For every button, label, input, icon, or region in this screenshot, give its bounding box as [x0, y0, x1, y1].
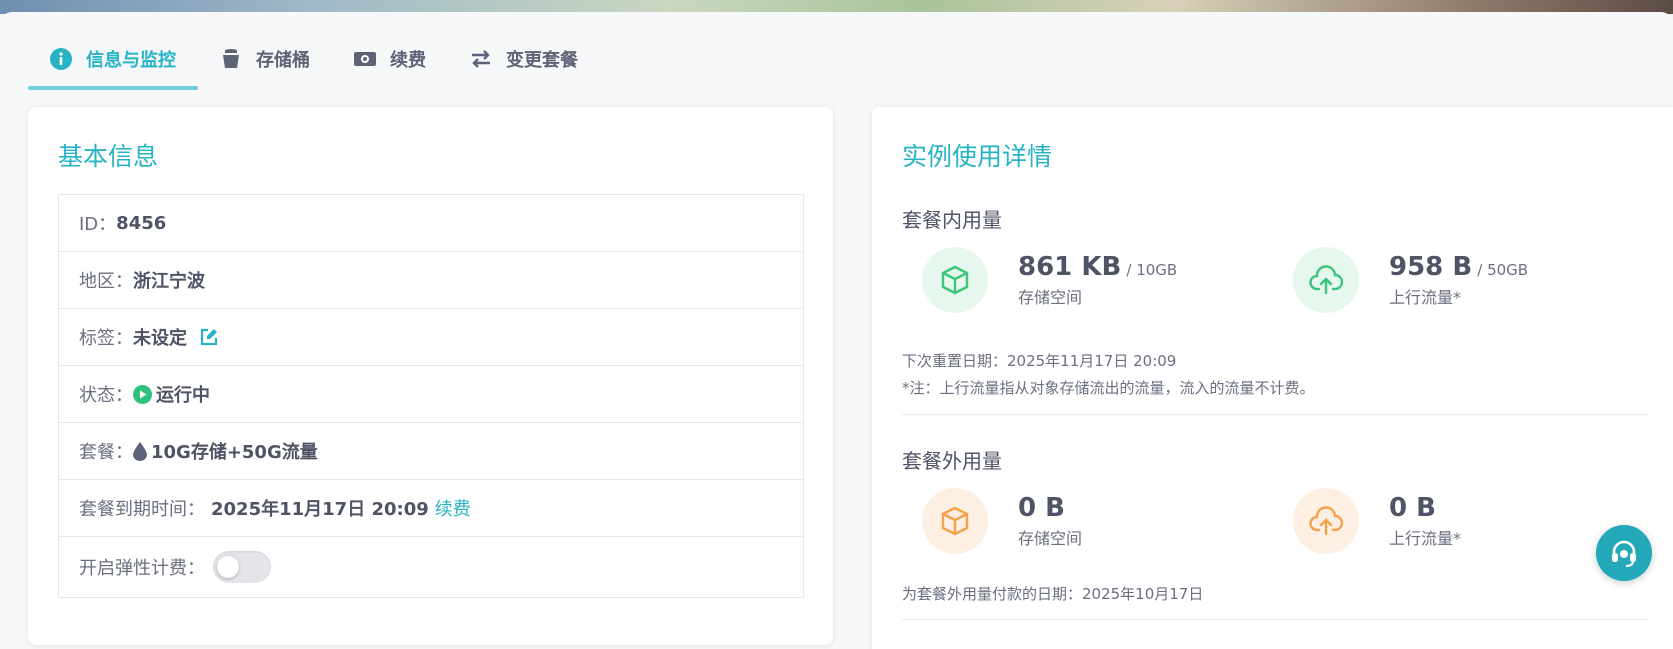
out-traffic-value: 0 B: [1389, 493, 1436, 523]
stat-out-traffic: 0 B 上行流量*: [1293, 488, 1461, 554]
support-headset-button[interactable]: [1596, 525, 1652, 581]
cloud-upload-icon: [1293, 247, 1359, 313]
out-traffic-label: 上行流量*: [1389, 529, 1462, 548]
row-id: ID： 8456: [59, 195, 803, 252]
out-storage-value: 0 B: [1018, 493, 1065, 523]
traffic-note: *注：上行流量指从对象存储流出的流量，流入的流量不计费。: [902, 379, 1315, 397]
usage-card: 实例使用详情 套餐内用量 861 KB / 10GB 存储空间 958 B / …: [872, 107, 1673, 649]
tab-bucket[interactable]: 存储桶: [198, 34, 332, 84]
tab-label: 存储桶: [256, 50, 310, 71]
tab-label: 信息与监控: [86, 50, 176, 71]
row-plan: 套餐： 10G存储+50G流量: [59, 423, 803, 480]
cloud-upload-icon: [1293, 488, 1359, 554]
play-icon: [133, 384, 152, 404]
card-title: 实例使用详情: [902, 142, 1053, 171]
out-storage-label: 存储空间: [1018, 529, 1083, 548]
bucket-icon: [220, 48, 242, 70]
traffic-label: 上行流量*: [1389, 288, 1462, 307]
row-status: 状态： 运行中: [59, 366, 803, 423]
tab-info-monitor[interactable]: 信息与监控: [28, 34, 198, 90]
reset-date-note: 下次重置日期：2025年11月17日 20:09: [902, 352, 1177, 370]
stat-out-storage: 0 B 存储空间: [922, 488, 1082, 554]
id-label: ID：: [79, 214, 117, 235]
drop-icon: [133, 441, 147, 461]
expire-value: 2025年11月17日 20:09: [211, 499, 429, 520]
stat-traffic: 958 B / 50GB 上行流量*: [1293, 247, 1528, 313]
page: 信息与监控 存储桶 续费 变更套餐 基本信息 ID： 8456 地区： 浙江宁波…: [0, 12, 1673, 649]
status-label: 状态：: [79, 385, 133, 406]
in-plan-title: 套餐内用量: [902, 208, 1002, 232]
elastic-billing-toggle[interactable]: [213, 551, 271, 583]
row-expire: 套餐到期时间： 2025年11月17日 20:09 续费: [59, 480, 803, 537]
plan-value: 10G存储+50G流量: [151, 442, 318, 463]
box-icon: [922, 247, 988, 313]
traffic-value: 958 B: [1389, 252, 1473, 282]
row-elastic: 开启弹性计费：: [59, 537, 803, 597]
plan-label: 套餐：: [79, 442, 133, 463]
edit-icon[interactable]: [199, 327, 219, 347]
tab-label: 变更套餐: [506, 50, 578, 71]
tab-change-plan[interactable]: 变更套餐: [448, 34, 600, 84]
basic-info-card: 基本信息 ID： 8456 地区： 浙江宁波 标签： 未设定 状态： 运行中 套…: [28, 107, 833, 645]
info-table: ID： 8456 地区： 浙江宁波 标签： 未设定 状态： 运行中 套餐： 10…: [58, 194, 804, 598]
money-icon: [354, 48, 376, 70]
info-icon: [50, 48, 72, 70]
storage-value: 861 KB: [1018, 252, 1122, 282]
tag-label: 标签：: [79, 328, 133, 349]
tab-bar: 信息与监控 存储桶 续费 变更套餐: [28, 34, 600, 90]
card-title: 基本信息: [58, 142, 159, 171]
storage-label: 存储空间: [1018, 288, 1083, 307]
headset-icon: [1608, 537, 1640, 569]
row-region: 地区： 浙江宁波: [59, 252, 803, 309]
out-plan-title: 套餐外用量: [902, 449, 1002, 473]
divider: [902, 619, 1648, 620]
traffic-quota: / 50GB: [1477, 261, 1529, 279]
storage-quota: / 10GB: [1126, 261, 1178, 279]
tab-renew[interactable]: 续费: [332, 34, 448, 84]
status-value: 运行中: [156, 385, 210, 406]
region-value: 浙江宁波: [133, 271, 205, 292]
pay-date-note: 为套餐外用量付款的日期：2025年10月17日: [902, 585, 1204, 603]
divider: [902, 414, 1648, 415]
box-icon: [922, 488, 988, 554]
id-value: 8456: [116, 212, 167, 234]
renew-link[interactable]: 续费: [435, 495, 471, 521]
toggle-knob: [217, 556, 239, 578]
tab-label: 续费: [390, 50, 426, 71]
tag-value: 未设定: [133, 328, 187, 349]
swap-icon: [470, 48, 492, 70]
row-tag: 标签： 未设定: [59, 309, 803, 366]
stat-storage: 861 KB / 10GB 存储空间: [922, 247, 1177, 313]
expire-label: 套餐到期时间：: [79, 499, 205, 520]
elastic-label: 开启弹性计费：: [79, 558, 205, 579]
region-label: 地区：: [79, 271, 133, 292]
